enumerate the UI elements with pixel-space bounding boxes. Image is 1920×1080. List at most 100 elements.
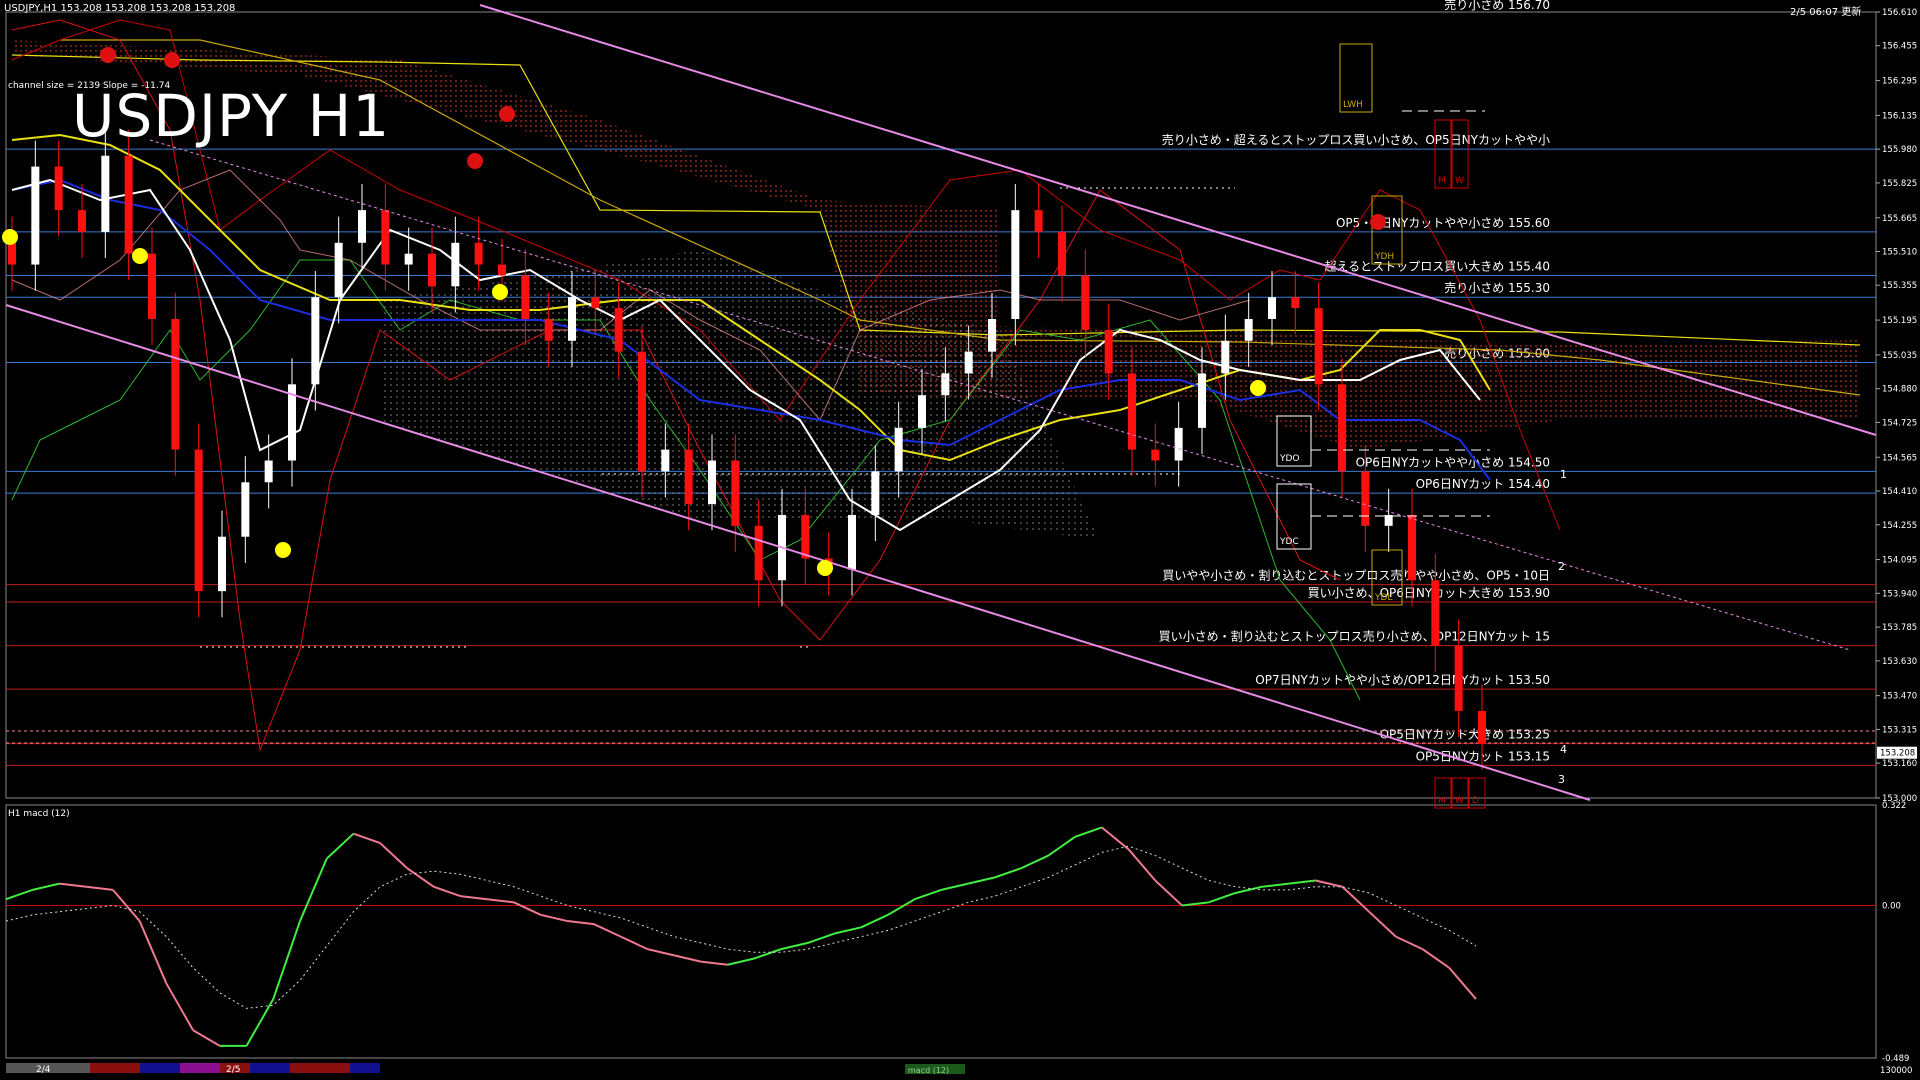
y-tick-label: 154.095 bbox=[1882, 556, 1917, 566]
macd-segment bbox=[1395, 935, 1423, 951]
macd-segment bbox=[1262, 882, 1290, 888]
macd-segment bbox=[460, 895, 488, 901]
macd-segment bbox=[1154, 879, 1183, 907]
candle-body bbox=[964, 351, 973, 374]
day-box-label: D bbox=[1472, 796, 1479, 806]
candle-body bbox=[521, 275, 530, 319]
signal-marker-yellow bbox=[492, 284, 508, 300]
candle-body bbox=[1011, 210, 1020, 319]
candle-body bbox=[661, 449, 670, 472]
macd-segment bbox=[5, 888, 34, 901]
y-tick-label: 155.825 bbox=[1882, 179, 1917, 189]
macd-segment bbox=[86, 885, 114, 891]
macd-segment bbox=[1341, 886, 1370, 913]
level-label: OP5日NYカット大きめ 153.25 bbox=[1380, 728, 1550, 742]
grid-layer bbox=[5, 11, 1877, 1059]
macd-segment bbox=[540, 913, 568, 923]
candle-body bbox=[801, 514, 810, 559]
signal-marker-yellow bbox=[275, 542, 291, 558]
candle-body bbox=[1198, 373, 1206, 428]
level-label: OP6日NYカット 154.40 bbox=[1416, 477, 1550, 491]
volume-label: 130000 bbox=[1880, 1066, 1912, 1076]
macd-segment bbox=[486, 898, 514, 904]
y-tick-label: 153.785 bbox=[1882, 623, 1917, 633]
macd-segment bbox=[593, 923, 622, 938]
candle-body bbox=[1221, 340, 1230, 374]
candle-body bbox=[428, 253, 436, 287]
candle-body bbox=[1104, 329, 1113, 374]
macd-segment bbox=[780, 941, 809, 951]
y-tick-label: 153.160 bbox=[1882, 759, 1917, 769]
macd-segment bbox=[754, 948, 782, 960]
signal-marker-red bbox=[1370, 214, 1386, 230]
signal-marker-red bbox=[100, 47, 116, 63]
time-axis: 2/4 2/5 macd (12) 130000 bbox=[6, 1063, 1912, 1076]
level-label: OP6日NYカットやや小さめ 154.50 bbox=[1356, 455, 1550, 469]
candle-body bbox=[1244, 318, 1253, 341]
macd-frame bbox=[5, 804, 1877, 1059]
macd-segment bbox=[727, 957, 755, 966]
candle-body bbox=[194, 449, 203, 592]
macd-segment bbox=[887, 898, 916, 916]
signal-marker-yellow bbox=[132, 248, 148, 264]
macd-segment bbox=[807, 932, 835, 944]
day-box-label: YDC bbox=[1279, 537, 1299, 547]
time-label: 2/4 bbox=[36, 1065, 51, 1075]
y-tick-label: 154.725 bbox=[1882, 418, 1917, 428]
time-segment bbox=[90, 1063, 140, 1073]
channel-number: 1 bbox=[1560, 468, 1567, 481]
macd-segment bbox=[1047, 836, 1076, 857]
y-tick-label: 154.880 bbox=[1882, 385, 1917, 395]
y-tick-label: 153.940 bbox=[1882, 589, 1917, 599]
candle-body bbox=[1454, 645, 1463, 711]
signal-marker-red bbox=[467, 153, 483, 169]
channel-number: 4 bbox=[1560, 743, 1567, 756]
day-box-label: YDL bbox=[1374, 593, 1392, 603]
signal-marker-red bbox=[164, 52, 180, 68]
channel-number: 3 bbox=[1558, 773, 1565, 786]
candle-body bbox=[1128, 373, 1136, 450]
y-tick-label: 156.295 bbox=[1882, 77, 1917, 87]
candle-body bbox=[498, 264, 506, 276]
macd-segment bbox=[1288, 879, 1316, 885]
macd-tick-label: -0.489 bbox=[1882, 1054, 1909, 1064]
macd-segment bbox=[32, 882, 60, 891]
candle-body bbox=[614, 308, 623, 352]
day-box-label: LWH bbox=[1343, 100, 1363, 110]
candle-body bbox=[988, 318, 996, 352]
macd-segment bbox=[834, 926, 862, 935]
candle-body bbox=[218, 536, 226, 592]
time-label: 2/5 bbox=[226, 1065, 240, 1075]
level-label: 超えるとストップロス買い大きめ 155.40 bbox=[1325, 258, 1550, 273]
macd-segment bbox=[700, 960, 728, 966]
candle-body bbox=[731, 460, 740, 526]
candle-body bbox=[148, 253, 156, 319]
channel-info: channel size = 2139 Slope = -11.74 bbox=[8, 81, 171, 91]
candle-body bbox=[871, 471, 880, 515]
macd-segment bbox=[1101, 826, 1130, 851]
y-tick-label: 153.470 bbox=[1882, 692, 1917, 702]
macd-segment bbox=[673, 954, 702, 963]
time-segment bbox=[320, 1063, 350, 1073]
candle-body bbox=[1314, 308, 1323, 385]
candle-body bbox=[1338, 384, 1346, 472]
symbol-line: USDJPY,H1 153.208 153.208 153.208 153.20… bbox=[4, 3, 236, 14]
candle-body bbox=[1268, 297, 1276, 319]
y-tick-label: 155.510 bbox=[1882, 248, 1917, 258]
candle-body bbox=[1291, 297, 1300, 309]
chart-title: USDJPY H1 bbox=[72, 82, 391, 150]
day-box-label: M bbox=[1438, 796, 1446, 806]
time-segment bbox=[140, 1063, 180, 1073]
candle-body bbox=[754, 525, 763, 581]
candle-body bbox=[708, 460, 716, 505]
y-tick-label: 156.135 bbox=[1882, 111, 1917, 121]
day-box-label: W bbox=[1455, 796, 1464, 806]
candle-body bbox=[474, 242, 483, 265]
candle-body bbox=[1431, 580, 1440, 646]
chart-canvas[interactable]: 売り小さめ・超えるとストップロス買い小さめ、OP5日NYカットやや小 OP5・6日… bbox=[0, 0, 1920, 1080]
price-axis: 156.610 156.455 156.295 156.135 155.980 155.8… bbox=[1876, 8, 1917, 804]
macd-segment bbox=[272, 920, 301, 1000]
macd-segment bbox=[647, 948, 675, 957]
macd-segment bbox=[59, 882, 87, 888]
macd-segment bbox=[138, 920, 168, 984]
